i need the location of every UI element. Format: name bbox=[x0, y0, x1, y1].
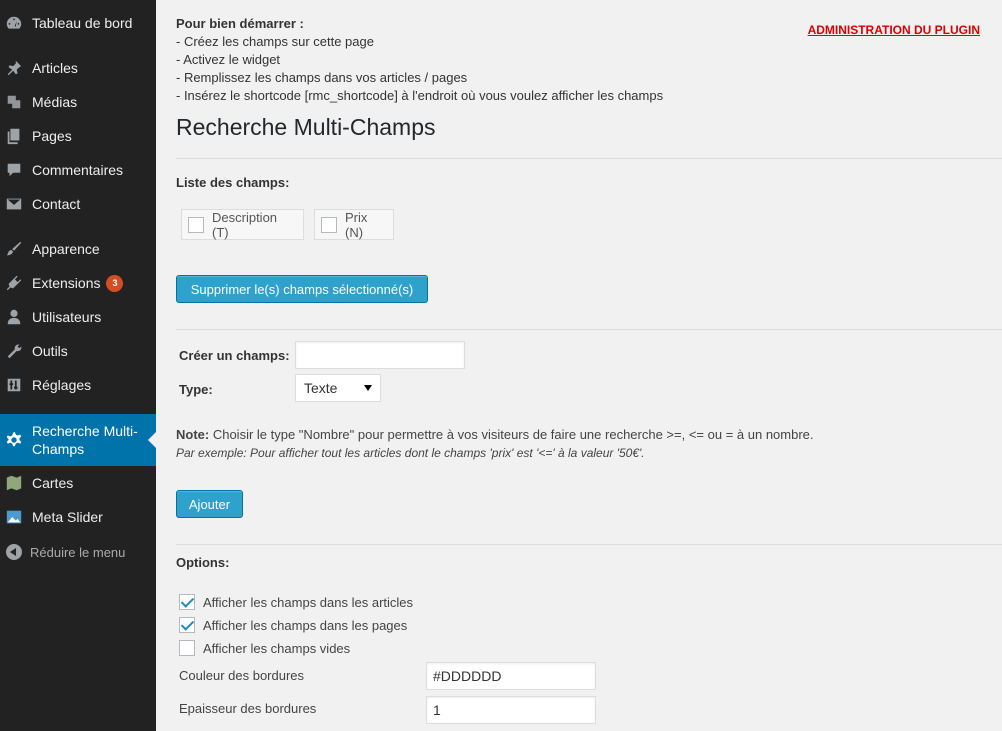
sidebar-item-settings[interactable]: Réglages bbox=[0, 368, 156, 402]
sidebar-item-contact[interactable]: Contact bbox=[0, 187, 156, 221]
option-label: Afficher les champs dans les articles bbox=[203, 594, 414, 610]
pin-icon bbox=[4, 58, 24, 78]
sidebar-item-medias[interactable]: Médias bbox=[0, 85, 156, 119]
note-example: Par exemple: Pour afficher tout les arti… bbox=[176, 446, 645, 460]
intro-step: - Activez le widget bbox=[176, 52, 281, 67]
sidebar-item-label: Apparence bbox=[32, 241, 100, 257]
wrench-icon bbox=[4, 341, 24, 361]
option-checkbox[interactable] bbox=[179, 640, 195, 656]
update-count-badge: 3 bbox=[106, 274, 124, 292]
option-show-empty-fields[interactable]: Afficher les champs vides bbox=[179, 640, 350, 656]
chevron-down-icon bbox=[364, 385, 372, 391]
sidebar-item-dashboard[interactable]: Tableau de bord bbox=[0, 6, 156, 40]
sidebar-item-label: Pages bbox=[32, 128, 72, 144]
page-title: Recherche Multi-Champs bbox=[176, 114, 436, 140]
intro-step: - Insérez le shortcode [rmc_shortcode] à… bbox=[176, 88, 664, 103]
admin-sidebar: Tableau de bord Articles Médias Pages Co… bbox=[0, 0, 156, 731]
option-checkbox[interactable] bbox=[179, 594, 195, 610]
sidebar-item-label: Commentaires bbox=[32, 162, 124, 178]
option-checkbox[interactable] bbox=[179, 617, 195, 633]
settings-sliders-icon bbox=[4, 375, 24, 395]
sidebar-item-label: Réglages bbox=[32, 377, 92, 393]
comments-icon bbox=[4, 160, 24, 180]
options-label: Options: bbox=[176, 555, 230, 570]
sidebar-item-label: Extensions bbox=[32, 275, 101, 291]
mail-icon bbox=[4, 194, 24, 214]
sidebar-item-users[interactable]: Utilisateurs bbox=[0, 300, 156, 334]
dashboard-icon bbox=[4, 13, 24, 33]
border-width-label: Epaisseur des bordures bbox=[179, 701, 317, 716]
add-field-button[interactable]: Ajouter bbox=[176, 490, 243, 518]
map-icon bbox=[4, 473, 24, 493]
sidebar-item-label: Contact bbox=[32, 196, 81, 212]
option-label: Afficher les champs vides bbox=[203, 640, 351, 656]
collapse-menu-label: Réduire le menu bbox=[30, 544, 126, 560]
plugin-icon bbox=[4, 273, 24, 293]
sidebar-item-recherche-multi-champs[interactable]: Recherche Multi-Champs bbox=[0, 414, 156, 466]
sidebar-item-label: Recherche Multi-Champs bbox=[32, 423, 138, 457]
brush-icon bbox=[4, 239, 24, 259]
field-label: Prix (N) bbox=[345, 209, 368, 240]
sidebar-item-label: Outils bbox=[32, 343, 68, 359]
divider bbox=[176, 329, 1002, 330]
sidebar-item-appearance[interactable]: Apparence bbox=[0, 232, 156, 266]
pages-icon bbox=[4, 126, 24, 146]
border-width-input[interactable]: 1 bbox=[426, 696, 596, 724]
option-label: Afficher les champs dans les pages bbox=[203, 617, 408, 633]
plugin-admin-link[interactable]: ADMINISTRATION DU PLUGIN bbox=[808, 23, 980, 37]
type-label: Type: bbox=[179, 382, 213, 397]
option-show-in-pages[interactable]: Afficher les champs dans les pages bbox=[179, 617, 407, 633]
field-name-input[interactable] bbox=[295, 341, 465, 369]
field-type-value: Texte bbox=[304, 380, 338, 396]
field-item-description[interactable]: Description (T) bbox=[181, 209, 304, 240]
field-item-prix[interactable]: Prix (N) bbox=[314, 209, 394, 240]
type-note: Note: Choisir le type "Nombre" pour perm… bbox=[176, 426, 814, 462]
sidebar-item-meta-slider[interactable]: Meta Slider bbox=[0, 500, 156, 534]
border-color-input[interactable]: #DDDDDD bbox=[426, 662, 596, 690]
slider-icon bbox=[4, 507, 24, 527]
field-checkbox[interactable] bbox=[188, 216, 204, 233]
note-strong: Note: bbox=[176, 427, 210, 442]
intro-step: - Remplissez les champs dans vos article… bbox=[176, 70, 468, 85]
field-label: Description (T) bbox=[212, 209, 278, 240]
sidebar-item-pages[interactable]: Pages bbox=[0, 119, 156, 153]
intro-step: - Créez les champs sur cette page bbox=[176, 34, 374, 49]
sidebar-item-label: Tableau de bord bbox=[32, 15, 133, 31]
delete-selected-fields-button[interactable]: Supprimer le(s) champs sélectionné(s) bbox=[176, 275, 428, 303]
intro-instructions: Pour bien démarrer : - Créez les champs … bbox=[176, 15, 663, 105]
sidebar-item-label: Meta Slider bbox=[32, 509, 103, 525]
sidebar-item-cartes[interactable]: Cartes bbox=[0, 466, 156, 500]
collapse-arrow-icon bbox=[6, 544, 22, 560]
user-icon bbox=[4, 307, 24, 327]
collapse-menu-button[interactable]: Réduire le menu bbox=[0, 540, 156, 564]
sidebar-item-label: Médias bbox=[32, 94, 78, 110]
sidebar-item-label: Utilisateurs bbox=[32, 309, 102, 325]
main-content: Pour bien démarrer : - Créez les champs … bbox=[156, 0, 1002, 731]
sidebar-item-extensions[interactable]: Extensions 3 bbox=[0, 266, 156, 300]
fields-list-label: Liste des champs: bbox=[176, 175, 290, 190]
option-show-in-articles[interactable]: Afficher les champs dans les articles bbox=[179, 594, 413, 610]
sidebar-item-label: Articles bbox=[32, 60, 78, 76]
gear-icon bbox=[4, 430, 24, 450]
sidebar-item-tools[interactable]: Outils bbox=[0, 334, 156, 368]
intro-heading: Pour bien démarrer : bbox=[176, 16, 304, 31]
note-text: Choisir le type "Nombre" pour permettre … bbox=[209, 427, 814, 442]
media-icon bbox=[4, 92, 24, 112]
sidebar-item-articles[interactable]: Articles bbox=[0, 51, 156, 85]
field-checkbox[interactable] bbox=[321, 216, 337, 233]
border-color-label: Couleur des bordures bbox=[179, 668, 305, 683]
field-type-select[interactable]: Texte bbox=[295, 374, 381, 402]
create-field-label: Créer un champs: bbox=[179, 348, 290, 363]
divider bbox=[176, 544, 1002, 545]
divider bbox=[176, 158, 1002, 159]
sidebar-item-label: Cartes bbox=[32, 475, 74, 491]
sidebar-item-comments[interactable]: Commentaires bbox=[0, 153, 156, 187]
